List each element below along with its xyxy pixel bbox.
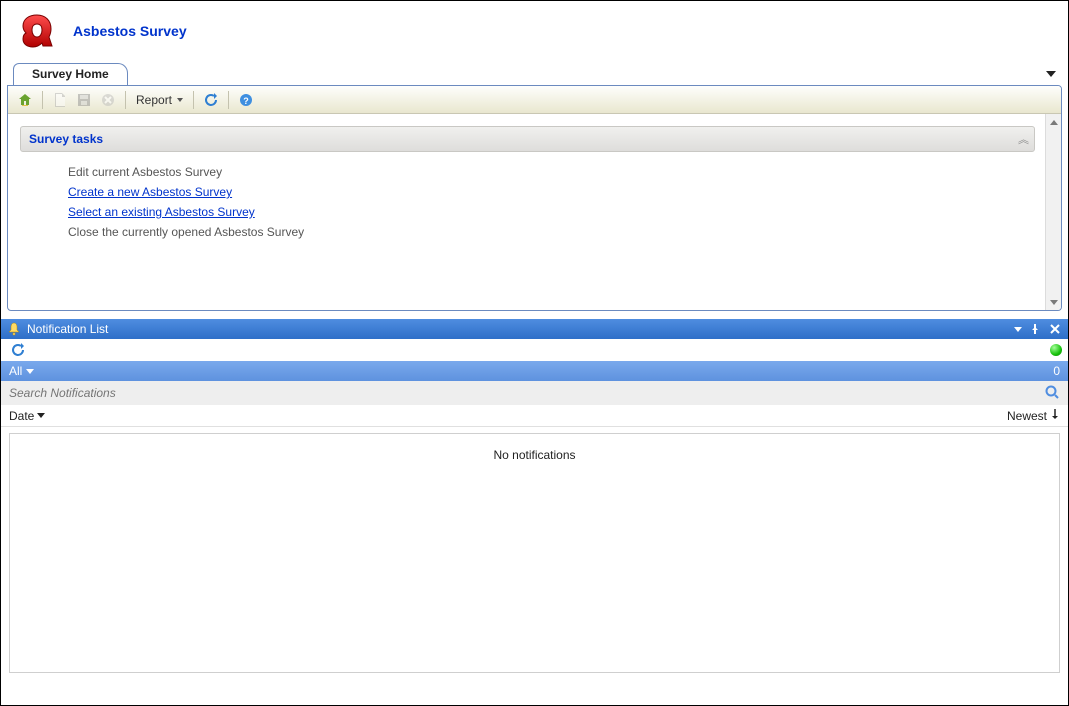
panel-options-dropdown[interactable]	[1014, 327, 1022, 332]
svg-text:?: ?	[243, 96, 249, 106]
task-item-create[interactable]: Create a new Asbestos Survey	[68, 182, 1035, 202]
notification-panel: Notification List All 0	[1, 319, 1068, 673]
chevron-down-icon	[177, 98, 183, 102]
search-input[interactable]	[7, 385, 1038, 401]
document-button	[49, 89, 71, 111]
filter-count: 0	[1053, 364, 1060, 378]
notification-sort-bar: Date Newest	[1, 405, 1068, 427]
task-item-select[interactable]: Select an existing Asbestos Survey	[68, 202, 1035, 222]
sort-field-label: Date	[9, 409, 34, 423]
task-item-close: Close the currently opened Asbestos Surv…	[68, 222, 1035, 242]
notification-list-body: No notifications	[9, 433, 1060, 673]
tab-strip: Survey Home	[7, 63, 1062, 85]
bell-icon	[7, 322, 21, 336]
report-label: Report	[136, 93, 172, 107]
save-button	[73, 89, 95, 111]
refresh-button[interactable]	[200, 89, 222, 111]
help-button[interactable]: ?	[235, 89, 257, 111]
scroll-down-button[interactable]	[1048, 295, 1060, 309]
close-icon[interactable]	[1048, 322, 1062, 336]
app-window: Asbestos Survey Survey Home Repor	[0, 0, 1069, 706]
notification-filter-bar[interactable]: All 0	[1, 361, 1068, 381]
toolbar-separator	[193, 91, 194, 109]
chevron-down-icon	[26, 369, 34, 374]
notification-title: Notification List	[27, 322, 108, 336]
app-logo-icon	[15, 9, 59, 53]
notification-toolbar	[1, 339, 1068, 361]
app-header: Asbestos Survey	[1, 1, 1068, 63]
tasks-group-header[interactable]: Survey tasks ︽	[20, 126, 1035, 152]
sort-direction-label: Newest	[1007, 409, 1047, 423]
tab-menu-dropdown[interactable]	[1046, 71, 1056, 77]
scroll-up-button[interactable]	[1048, 115, 1060, 129]
task-label: Edit current Asbestos Survey	[68, 165, 222, 179]
task-label: Close the currently opened Asbestos Surv…	[68, 225, 304, 239]
toolbar: Report ?	[8, 86, 1061, 114]
notification-search-bar	[1, 381, 1068, 405]
toolbar-separator	[42, 91, 43, 109]
empty-state-text: No notifications	[493, 448, 575, 462]
filter-label: All	[9, 364, 22, 378]
report-dropdown-button[interactable]: Report	[132, 89, 187, 111]
home-button[interactable]	[14, 89, 36, 111]
tab-survey-home[interactable]: Survey Home	[13, 63, 128, 85]
task-link[interactable]: Select an existing Asbestos Survey	[68, 205, 255, 219]
delete-button	[97, 89, 119, 111]
collapse-icon: ︽	[1018, 131, 1026, 147]
tasks-list: Edit current Asbestos Survey Create a ne…	[20, 152, 1035, 242]
refresh-notifications-button[interactable]	[7, 339, 29, 361]
notification-titlebar: Notification List	[1, 319, 1068, 339]
task-item-edit: Edit current Asbestos Survey	[68, 162, 1035, 182]
tab-label: Survey Home	[32, 67, 109, 81]
sort-field-button[interactable]: Date	[9, 409, 45, 423]
main-panel: Report ? Survey tasks ︽ Edit current Asb…	[7, 85, 1062, 311]
tasks-group-title: Survey tasks	[29, 132, 103, 146]
toolbar-separator	[228, 91, 229, 109]
toolbar-separator	[125, 91, 126, 109]
page-title: Asbestos Survey	[73, 23, 187, 39]
pin-icon[interactable]	[1028, 322, 1042, 336]
chevron-down-icon	[37, 413, 45, 418]
task-link[interactable]: Create a new Asbestos Survey	[68, 185, 232, 199]
content-area: Survey tasks ︽ Edit current Asbestos Sur…	[8, 114, 1045, 310]
search-icon[interactable]	[1044, 384, 1060, 403]
status-indicator-icon	[1050, 344, 1062, 356]
vertical-scrollbar[interactable]	[1045, 114, 1061, 310]
sort-direction-button[interactable]: Newest	[1007, 408, 1060, 423]
arrow-down-icon	[1050, 408, 1060, 423]
